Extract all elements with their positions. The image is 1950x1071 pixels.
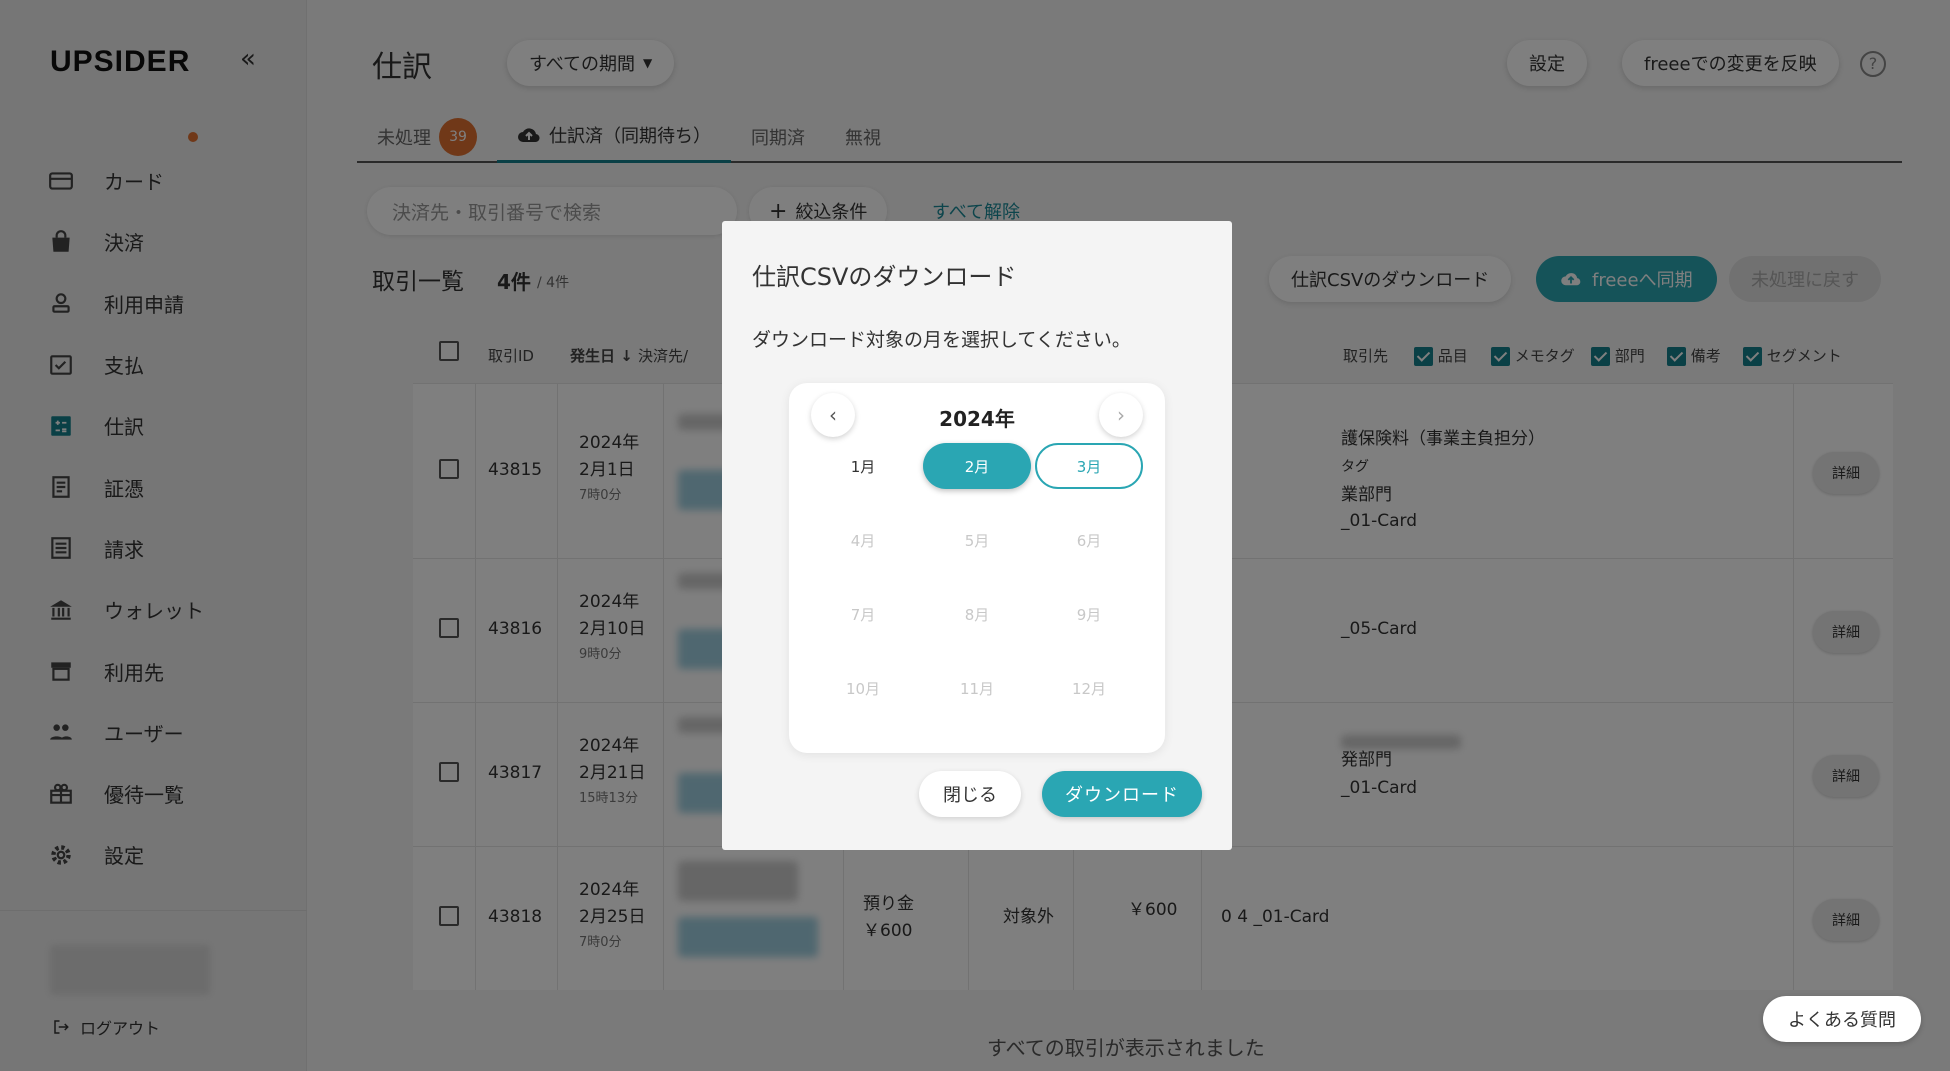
csv-download-modal: 仕訳CSVのダウンロード ダウンロード対象の月を選択してください。 ‹ 2024… <box>722 221 1232 850</box>
download-button[interactable]: ダウンロード <box>1042 771 1202 817</box>
modal-title: 仕訳CSVのダウンロード <box>752 263 1017 291</box>
chevron-right-icon: › <box>1117 403 1125 427</box>
month-mar[interactable]: 3月 <box>1035 443 1143 489</box>
modal-message: ダウンロード対象の月を選択してください。 <box>752 329 1131 351</box>
faq-button[interactable]: よくある質問 <box>1763 996 1921 1042</box>
month-oct: 10月 <box>845 679 881 698</box>
month-aug: 8月 <box>964 605 990 624</box>
close-button[interactable]: 閉じる <box>919 771 1021 817</box>
month-jun: 6月 <box>1076 531 1102 550</box>
next-year-button[interactable]: › <box>1099 393 1143 437</box>
month-picker: ‹ 2024年 › 1月 2月 3月 4月 5月 6月 7月 8月 9月 10月… <box>789 383 1165 753</box>
month-jan[interactable]: 1月 <box>809 443 917 489</box>
app: UPSIDER « カード 決済 利用申請 支払 仕訳 <box>0 0 1950 1071</box>
month-may: 5月 <box>964 531 990 550</box>
month-dec: 12月 <box>1071 679 1107 698</box>
month-sep: 9月 <box>1076 605 1102 624</box>
month-feb[interactable]: 2月 <box>923 443 1031 489</box>
month-nov: 11月 <box>959 679 995 698</box>
month-apr: 4月 <box>850 531 876 550</box>
month-jul: 7月 <box>850 605 876 624</box>
